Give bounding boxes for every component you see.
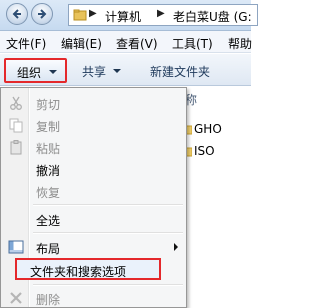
menu-item-delete[interactable]: 删除 (3, 287, 186, 308)
file-name: ISO (194, 144, 215, 158)
menu-item-paste[interactable]: 粘贴 (3, 136, 186, 158)
menu-item-label: 恢复 (36, 186, 61, 200)
menu-item-cut[interactable]: 剪切 (3, 92, 186, 114)
layout-icon (8, 240, 24, 254)
forward-button[interactable] (31, 3, 53, 25)
organize-button[interactable]: 组织 (4, 58, 67, 83)
address-bar[interactable]: ▶ 计算机 ▶ 老白菜U盘 (G: (68, 4, 258, 26)
menu-item-label: 全选 (36, 214, 61, 228)
organize-menu: 剪切 复制 粘贴 撤消 恢复 全选 布局 文件夹和搜索选项 删除 (0, 87, 187, 308)
scissors-icon (10, 96, 22, 110)
menu-file[interactable]: 文件(F) (6, 35, 46, 52)
drive-icon (73, 9, 87, 21)
breadcrumb-drive[interactable]: 老白菜U盘 (G: (173, 8, 252, 25)
submenu-arrow-icon (174, 243, 178, 251)
menu-separator (33, 284, 183, 286)
file-name: GHO (194, 122, 222, 136)
breadcrumb-separator-icon[interactable]: ▶ (89, 8, 97, 19)
menu-item-redo[interactable]: 恢复 (3, 180, 186, 202)
menu-item-select-all[interactable]: 全选 (3, 208, 186, 230)
delete-x-icon (10, 292, 22, 304)
back-arrow-icon (12, 9, 21, 19)
breadcrumb-separator-icon[interactable]: ▶ (157, 8, 165, 19)
title-bar: ▶ 计算机 ▶ 老白菜U盘 (G: (0, 0, 258, 31)
forward-arrow-icon (38, 9, 47, 19)
menu-item-copy[interactable]: 复制 (3, 114, 186, 136)
copy-icon (9, 118, 23, 133)
back-button[interactable] (6, 3, 28, 25)
chevron-down-icon (49, 70, 57, 74)
menu-item-undo[interactable]: 撤消 (3, 158, 186, 180)
organize-label: 组织 (17, 66, 42, 80)
menu-item-label: 文件夹和搜索选项 (30, 265, 127, 279)
menu-tools[interactable]: 工具(T) (172, 35, 213, 52)
menu-bar: 文件(F) 编辑(E) 查看(V) 工具(T) 帮助 (0, 31, 252, 53)
menu-item-folder-and-search-options[interactable]: 文件夹和搜索选项 (15, 258, 161, 280)
command-bar: 组织 共享 新建文件夹 (0, 54, 251, 86)
breadcrumb-computer[interactable]: 计算机 (105, 8, 141, 25)
menu-separator (33, 232, 183, 234)
share-button[interactable]: 共享 (82, 63, 106, 80)
clipboard-icon (10, 140, 22, 155)
menu-item-label: 粘贴 (36, 142, 61, 156)
menu-item-label: 复制 (36, 120, 61, 134)
menu-edit[interactable]: 编辑(E) (61, 35, 102, 52)
menu-item-layout[interactable]: 布局 (3, 236, 186, 258)
new-folder-button[interactable]: 新建文件夹 (150, 63, 210, 80)
chevron-down-icon (113, 69, 121, 73)
menu-item-label: 撤消 (36, 164, 61, 178)
menu-view[interactable]: 查看(V) (116, 35, 158, 52)
menu-item-label: 删除 (36, 293, 61, 307)
menu-item-label: 布局 (36, 242, 61, 256)
menu-item-label: 剪切 (36, 98, 61, 112)
menu-separator (33, 204, 183, 206)
menu-help[interactable]: 帮助 (228, 35, 252, 52)
